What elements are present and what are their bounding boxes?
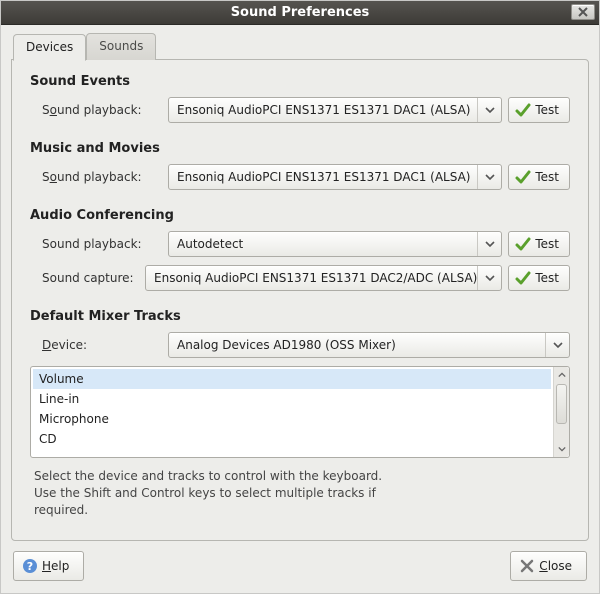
row-audio-conf-playback: Sound playback: Autodetect Test xyxy=(30,231,570,257)
section-title-mixer: Default Mixer Tracks xyxy=(30,309,570,324)
test-button-music-movies[interactable]: Test xyxy=(508,164,570,190)
test-button-label: Test xyxy=(535,103,559,117)
scroll-down-icon[interactable] xyxy=(554,441,569,457)
dialog-footer: ? Help Close xyxy=(11,541,589,583)
window-title: Sound Preferences xyxy=(231,5,370,20)
label-mixer-device: Device: xyxy=(42,338,162,352)
mixer-tracks-list[interactable]: Volume Line-in Microphone CD xyxy=(30,366,570,458)
combo-value: Analog Devices AD1980 (OSS Mixer) xyxy=(177,338,545,352)
tabstrip: Devices Sounds xyxy=(11,33,589,60)
mixer-tracks-items: Volume Line-in Microphone CD xyxy=(31,367,553,457)
combo-value: Ensoniq AudioPCI ENS1371 ES1371 DAC1 (AL… xyxy=(177,170,477,184)
close-button-label: Close xyxy=(539,559,572,573)
combo-mixer-device[interactable]: Analog Devices AD1980 (OSS Mixer) xyxy=(168,332,570,358)
window-close-button[interactable] xyxy=(571,4,595,20)
test-button-label: Test xyxy=(535,237,559,251)
scroll-up-icon[interactable] xyxy=(554,367,569,383)
list-item[interactable]: CD xyxy=(33,429,551,449)
close-button[interactable]: Close xyxy=(510,551,587,581)
row-music-movies-playback: Sound playback: Ensoniq AudioPCI ENS1371… xyxy=(30,164,570,190)
row-mixer-device: Device: Analog Devices AD1980 (OSS Mixer… xyxy=(30,332,570,358)
list-item[interactable]: Microphone xyxy=(33,409,551,429)
close-icon xyxy=(519,558,535,574)
test-button-sound-events[interactable]: Test xyxy=(508,97,570,123)
help-button-label: Help xyxy=(42,559,69,573)
section-music-movies: Music and Movies Sound playback: Ensoniq… xyxy=(30,141,570,190)
section-title-music-movies: Music and Movies xyxy=(30,141,570,156)
test-button-label: Test xyxy=(535,170,559,184)
combo-value: Ensoniq AudioPCI ENS1371 ES1371 DAC2/ADC… xyxy=(154,271,477,285)
test-button-audio-conf-capture[interactable]: Test xyxy=(508,265,570,291)
tab-devices[interactable]: Devices xyxy=(13,34,86,61)
combo-music-movies-playback[interactable]: Ensoniq AudioPCI ENS1371 ES1371 DAC1 (AL… xyxy=(168,164,502,190)
combo-value: Autodetect xyxy=(177,237,477,251)
section-sound-events: Sound Events Sound playback: Ensoniq Aud… xyxy=(30,74,570,123)
scrollbar-thumb[interactable] xyxy=(556,384,567,424)
chevron-down-icon xyxy=(545,333,569,357)
chevron-down-icon xyxy=(477,165,501,189)
section-title-sound-events: Sound Events xyxy=(30,74,570,89)
list-item[interactable]: Line-in xyxy=(33,389,551,409)
titlebar[interactable]: Sound Preferences xyxy=(1,1,599,25)
row-audio-conf-capture: Sound capture: Ensoniq AudioPCI ENS1371 … xyxy=(30,265,570,291)
combo-audio-conf-playback[interactable]: Autodetect xyxy=(168,231,502,257)
label-audio-conf-playback: Sound playback: xyxy=(42,237,162,251)
row-sound-events-playback: Sound playback: Ensoniq AudioPCI ENS1371… xyxy=(30,97,570,123)
combo-sound-events-playback[interactable]: Ensoniq AudioPCI ENS1371 ES1371 DAC1 (AL… xyxy=(168,97,502,123)
scrollbar[interactable] xyxy=(553,367,569,457)
test-button-label: Test xyxy=(535,271,559,285)
tab-panel-devices: Sound Events Sound playback: Ensoniq Aud… xyxy=(11,59,589,541)
test-button-audio-conf-playback[interactable]: Test xyxy=(508,231,570,257)
check-icon xyxy=(515,270,531,286)
help-button[interactable]: ? Help xyxy=(13,551,84,581)
chevron-down-icon xyxy=(477,232,501,256)
label-audio-conf-capture: Sound capture: xyxy=(42,271,139,285)
check-icon xyxy=(515,169,531,185)
section-mixer: Default Mixer Tracks Device: Analog Devi… xyxy=(30,309,570,518)
window: Sound Preferences Devices Sounds Sound E… xyxy=(0,0,600,594)
svg-text:?: ? xyxy=(27,560,33,573)
help-icon: ? xyxy=(22,558,38,574)
section-audio-conferencing: Audio Conferencing Sound playback: Autod… xyxy=(30,208,570,291)
chevron-down-icon xyxy=(477,266,501,290)
check-icon xyxy=(515,236,531,252)
window-content: Devices Sounds Sound Events Sound playba… xyxy=(1,25,599,593)
chevron-down-icon xyxy=(477,98,501,122)
close-icon xyxy=(578,7,588,17)
mixer-help-text: Select the device and tracks to control … xyxy=(30,468,570,518)
tab-sounds[interactable]: Sounds xyxy=(86,33,156,60)
label-music-movies-playback: Sound playback: xyxy=(42,170,162,184)
combo-value: Ensoniq AudioPCI ENS1371 ES1371 DAC1 (AL… xyxy=(177,103,477,117)
label-sound-events-playback: Sound playback: xyxy=(42,103,162,117)
combo-audio-conf-capture[interactable]: Ensoniq AudioPCI ENS1371 ES1371 DAC2/ADC… xyxy=(145,265,502,291)
section-title-audio-conferencing: Audio Conferencing xyxy=(30,208,570,223)
list-item[interactable]: Volume xyxy=(33,369,551,389)
check-icon xyxy=(515,102,531,118)
